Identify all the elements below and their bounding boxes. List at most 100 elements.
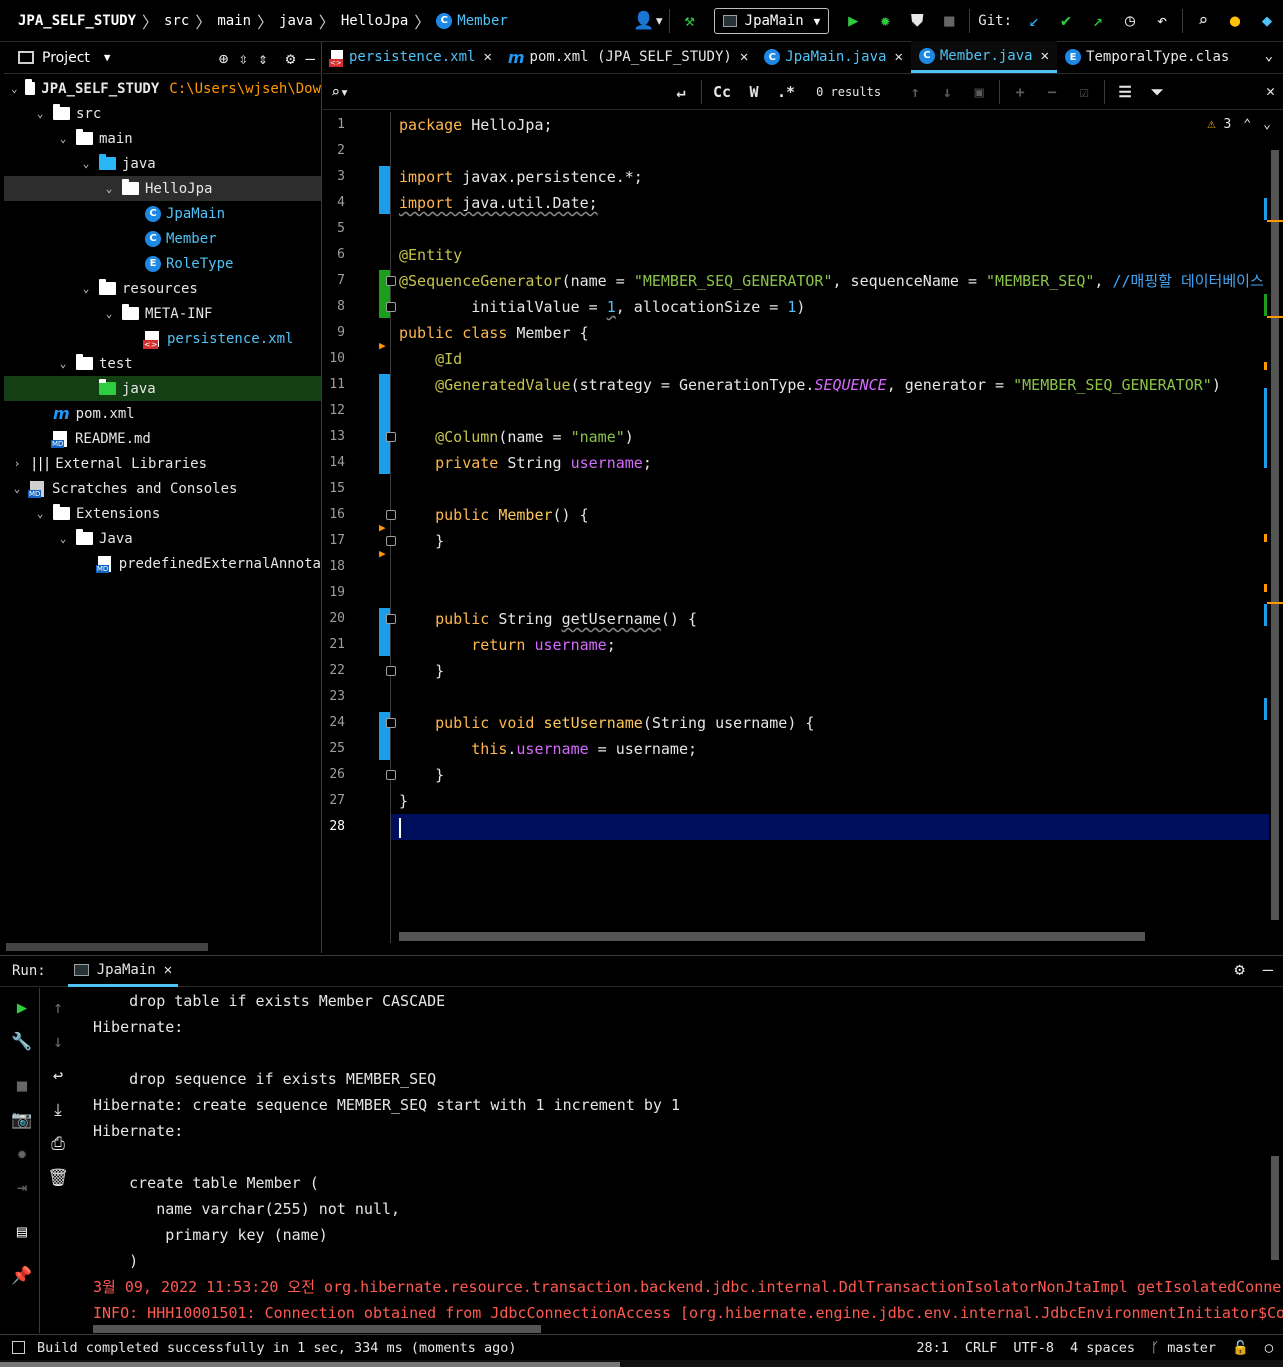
line-number[interactable]: 5 bbox=[323, 216, 345, 242]
chevron-down-icon[interactable]: ⌄ bbox=[10, 482, 24, 495]
lock-icon[interactable]: 🔓 bbox=[1232, 1340, 1249, 1356]
horizontal-scrollbar[interactable] bbox=[93, 1325, 541, 1333]
code-line[interactable]: package HelloJpa; bbox=[399, 112, 553, 138]
horizontal-scrollbar[interactable] bbox=[6, 943, 208, 951]
warning-marker[interactable] bbox=[1264, 362, 1267, 370]
line-number[interactable]: 2 bbox=[323, 138, 345, 164]
collapse-all-icon[interactable]: ⇕ bbox=[258, 49, 268, 68]
code-line[interactable]: this.username = username; bbox=[399, 736, 697, 762]
editor-tab[interactable]: E TemporalType.clas bbox=[1057, 41, 1237, 73]
code-line[interactable]: @Id bbox=[399, 346, 462, 372]
caret-position[interactable]: 28:1 bbox=[916, 1340, 949, 1356]
add-selection-icon[interactable]: + bbox=[1004, 78, 1036, 106]
chevron-down-icon[interactable]: ⌄ bbox=[102, 307, 116, 320]
code-line[interactable]: @Entity bbox=[399, 242, 462, 268]
tree-item[interactable]: C Member bbox=[4, 226, 321, 251]
scroll-to-end-icon[interactable]: ⤓ bbox=[46, 1098, 70, 1122]
line-number[interactable]: 6 bbox=[323, 242, 345, 268]
tree-item[interactable]: ⌄ HelloJpa bbox=[4, 176, 321, 201]
line-number[interactable]: 20 bbox=[323, 606, 345, 632]
breadcrumb-java[interactable]: java bbox=[279, 13, 313, 29]
vertical-scrollbar[interactable] bbox=[1271, 1156, 1279, 1260]
change-marker[interactable] bbox=[1264, 604, 1267, 626]
fold-marker[interactable] bbox=[386, 770, 396, 780]
code-line[interactable]: public Member() { bbox=[399, 502, 589, 528]
close-icon[interactable]: ✕ bbox=[894, 49, 902, 65]
line-number[interactable]: 12 bbox=[323, 398, 345, 424]
breadcrumb-main[interactable]: main bbox=[217, 13, 251, 29]
debug-icon[interactable]: ✹ bbox=[10, 1142, 34, 1166]
line-number[interactable]: 25 bbox=[323, 736, 345, 762]
regex-button[interactable]: .* bbox=[770, 78, 802, 106]
hide-panel-icon[interactable]: — bbox=[1263, 960, 1273, 980]
run-icon[interactable]: ▶ bbox=[837, 5, 869, 37]
close-icon[interactable]: ✕ bbox=[740, 49, 748, 65]
tree-item[interactable]: ⌄ JPA_SELF_STUDY C:\Users\wjseh\Dow bbox=[4, 76, 321, 101]
code-line[interactable]: @GeneratedValue(strategy = GenerationTyp… bbox=[399, 372, 1221, 398]
fold-marker[interactable] bbox=[386, 432, 396, 442]
breadcrumb-class[interactable]: C Member bbox=[436, 12, 508, 29]
change-marker[interactable] bbox=[1264, 388, 1267, 468]
fold-marker[interactable] bbox=[386, 536, 396, 546]
editor-tab[interactable]: C JpaMain.java ✕ bbox=[756, 41, 911, 73]
chevron-down-icon[interactable]: ⌄ bbox=[33, 507, 47, 520]
previous-highlight-icon[interactable]: ⌃ bbox=[1243, 117, 1251, 132]
chevron-right-icon[interactable]: › bbox=[10, 457, 24, 470]
line-number[interactable]: 18 bbox=[323, 554, 345, 580]
line-number[interactable]: 26 bbox=[323, 762, 345, 788]
pin-icon[interactable]: 📌 bbox=[10, 1264, 34, 1288]
match-case-button[interactable]: Cc bbox=[706, 78, 738, 106]
gear-icon[interactable]: ⚙ bbox=[286, 49, 296, 68]
line-number[interactable]: 13 bbox=[323, 424, 345, 450]
tree-item[interactable]: ⌄ META-INF bbox=[4, 301, 321, 326]
user-icon[interactable]: 👤▾ bbox=[633, 5, 665, 37]
editor-tab[interactable]: C Member.java ✕ bbox=[910, 41, 1058, 73]
line-number[interactable]: 11 bbox=[323, 372, 345, 398]
gear-icon[interactable]: ⚙ bbox=[1235, 960, 1245, 980]
git-commit-icon[interactable]: ✔ bbox=[1050, 5, 1082, 37]
next-highlight-icon[interactable]: ⌄ bbox=[1263, 117, 1271, 132]
code-line[interactable]: initialValue = 1, allocationSize = 1) bbox=[399, 294, 805, 320]
line-number[interactable]: 7 bbox=[323, 268, 345, 294]
fold-marker[interactable] bbox=[386, 614, 396, 624]
tree-item[interactable]: ⌄ resources bbox=[4, 276, 321, 301]
arrow-down-icon[interactable]: ↓ bbox=[46, 1030, 70, 1054]
editor-gutter[interactable]: 1 2 3 4 5 6 7 8 9 10 11 12 13 14 15 16 17 18 19 20 21 22 23 24 2… bbox=[323, 112, 396, 943]
horizontal-scrollbar[interactable] bbox=[399, 932, 1145, 941]
tree-item[interactable]: E RoleType bbox=[4, 251, 321, 276]
camera-icon[interactable]: 📷 bbox=[10, 1108, 34, 1132]
chevron-down-icon[interactable]: ⌄ bbox=[56, 532, 70, 545]
chevron-down-icon[interactable]: ⌄ bbox=[56, 357, 70, 370]
git-history-icon[interactable]: ◷ bbox=[1114, 5, 1146, 37]
line-number[interactable]: 19 bbox=[323, 580, 345, 606]
chevron-down-icon[interactable]: ⌄ bbox=[33, 107, 47, 120]
tree-item[interactable]: README.md bbox=[4, 426, 321, 451]
tree-item[interactable]: ⌄ Scratches and Consoles bbox=[4, 476, 321, 501]
search-icon[interactable]: ⌕ bbox=[1187, 5, 1219, 37]
warning-marker[interactable] bbox=[1264, 584, 1267, 592]
previous-occurrence-icon[interactable]: ↑ bbox=[899, 78, 931, 106]
warning-marker[interactable] bbox=[1267, 602, 1283, 604]
line-number[interactable]: 14 bbox=[323, 450, 345, 476]
tree-item[interactable]: ⌄ Java bbox=[4, 526, 321, 551]
open-in-window-icon[interactable]: ▣ bbox=[963, 78, 995, 106]
layout-icon[interactable]: ▤ bbox=[10, 1220, 34, 1244]
project-panel-title[interactable]: Project bbox=[42, 50, 90, 66]
change-marker[interactable] bbox=[1264, 698, 1267, 720]
warning-marker[interactable] bbox=[1267, 220, 1283, 222]
chevron-down-icon[interactable]: ▼ bbox=[104, 51, 111, 64]
search-icon[interactable]: ⌕▾ bbox=[331, 83, 349, 101]
change-marker[interactable] bbox=[1264, 198, 1267, 220]
print-icon[interactable]: ⎙ bbox=[46, 1132, 70, 1156]
code-line[interactable]: } bbox=[399, 762, 444, 788]
code-line[interactable]: public class Member { bbox=[399, 320, 589, 346]
run-configuration-selector[interactable]: JpaMain ▼ bbox=[713, 8, 830, 34]
code-line[interactable]: } bbox=[399, 788, 408, 814]
tree-item[interactable]: C JpaMain bbox=[4, 201, 321, 226]
chevron-down-icon[interactable]: ⌄ bbox=[1265, 48, 1273, 64]
rerun-icon[interactable]: ▶ bbox=[10, 996, 34, 1020]
line-number[interactable]: 1 bbox=[323, 112, 345, 138]
tree-item[interactable]: ⌄ src bbox=[4, 101, 321, 126]
tree-item[interactable]: java bbox=[4, 376, 321, 401]
expand-all-icon[interactable]: ⇳ bbox=[238, 49, 248, 68]
